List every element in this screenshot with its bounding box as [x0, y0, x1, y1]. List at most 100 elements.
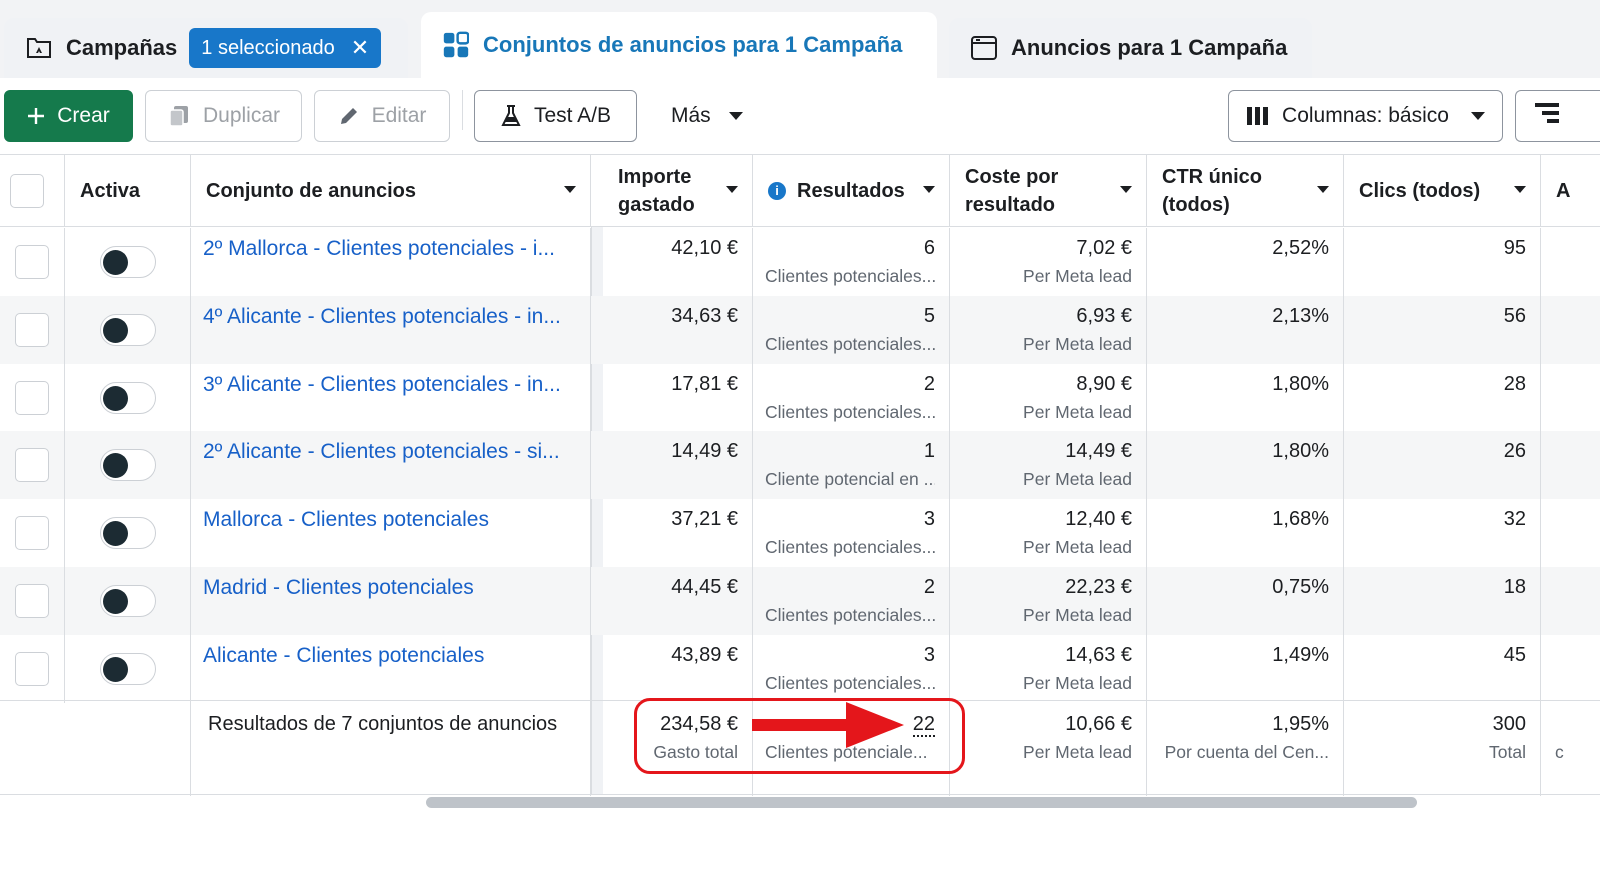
cost-value: 7,02 € [1076, 237, 1132, 259]
ctr-cell: 2,52% [1147, 228, 1344, 296]
tab-ads[interactable]: Anuncios para 1 Campaña [949, 18, 1312, 78]
columns-button[interactable]: Columnas: básico [1228, 90, 1503, 142]
spend-value: 14,49 € [671, 440, 738, 463]
row-checkbox[interactable] [15, 380, 49, 415]
results-value: 1 [923, 440, 935, 463]
breakdown-button[interactable] [1515, 90, 1600, 142]
active-toggle[interactable] [99, 313, 156, 346]
select-all-checkbox[interactable] [10, 174, 44, 208]
row-checkbox[interactable] [15, 448, 49, 483]
sort-caret-icon [1120, 186, 1132, 193]
spend-cell: 34,63 € [603, 295, 753, 364]
header-cost[interactable]: Coste por resultado [950, 155, 1147, 227]
adset-name-link[interactable]: Mallorca - Clientes potenciales [191, 499, 591, 567]
next-column-cell [1541, 431, 1600, 499]
cost-value: 14,49 € [1065, 440, 1132, 463]
results-cell: 1 Cliente potencial en ... [753, 431, 950, 500]
duplicate-button[interactable]: Duplicar [145, 90, 302, 142]
sort-caret-icon [1317, 186, 1329, 193]
folder-icon [26, 35, 52, 61]
ctr-value: 0,75% [1272, 575, 1329, 598]
active-toggle[interactable] [99, 381, 156, 414]
cost-sub: Per Meta lead [1023, 469, 1132, 490]
tab-adsets-label: Conjuntos de anuncios para 1 Campaña [483, 32, 903, 57]
row-checkbox[interactable] [15, 583, 49, 618]
selection-badge[interactable]: 1 seleccionado ✕ [189, 28, 382, 68]
ctr-cell: 1,49% [1147, 634, 1344, 703]
active-toggle[interactable] [99, 652, 156, 685]
edit-button[interactable]: Editar [314, 90, 450, 142]
totals-next-value [1555, 713, 1561, 735]
table-row[interactable]: 2º Alicante - Clientes potenciales - si.… [0, 431, 1600, 500]
adset-name-link[interactable]: 4º Alicante - Clientes potenciales - in.… [191, 295, 591, 364]
row-toggle-cell [65, 566, 191, 635]
cost-value: 14,63 € [1065, 643, 1132, 666]
cost-cell: 14,49 € Per Meta lead [950, 431, 1147, 500]
table-row[interactable]: 4º Alicante - Clientes potenciales - in.… [0, 295, 1600, 364]
header-name[interactable]: Conjunto de anuncios [191, 155, 591, 227]
duplicate-icon [167, 104, 191, 128]
header-results[interactable]: i Resultados [753, 155, 950, 227]
tab-campaigns[interactable]: Campañas 1 seleccionado ✕ [4, 18, 408, 78]
row-checkbox-cell [0, 363, 65, 432]
ctr-cell: 2,13% [1147, 295, 1344, 364]
row-checkbox-cell [0, 431, 65, 500]
cost-sub: Per Meta lead [1023, 333, 1132, 354]
tab-ads-label: Anuncios para 1 Campaña [1011, 35, 1288, 60]
flask-icon [500, 104, 522, 128]
header-spend[interactable]: Importe gastado [603, 155, 753, 227]
results-cell: 2 Clientes potenciales... [753, 566, 950, 635]
close-icon[interactable]: ✕ [351, 35, 369, 61]
clicks-cell: 32 [1344, 499, 1541, 567]
totals-cost-sub: Per Meta lead [1023, 742, 1132, 762]
table-row[interactable]: Mallorca - Clientes potenciales 37,21 € 3 C… [0, 499, 1600, 567]
adset-name-link[interactable]: Madrid - Clientes potenciales [191, 566, 591, 635]
row-checkbox[interactable] [15, 245, 49, 279]
row-checkbox[interactable] [15, 312, 49, 347]
active-toggle[interactable] [99, 584, 156, 617]
table-row[interactable]: 3º Alicante - Clientes potenciales - in.… [0, 363, 1600, 432]
header-cost-label: Coste por resultado [965, 166, 1059, 216]
header-active-label: Activa [80, 180, 141, 202]
adset-name-link[interactable]: 2º Alicante - Clientes potenciales - si.… [191, 431, 591, 500]
header-spend-label: Importe gastado [618, 166, 695, 216]
header-ctr[interactable]: CTR único (todos) [1147, 155, 1344, 227]
create-button[interactable]: Crear [4, 90, 133, 142]
header-active[interactable]: Activa [65, 155, 191, 227]
results-sub: Clientes potenciales... [765, 266, 935, 286]
header-clicks[interactable]: Clics (todos) [1344, 155, 1541, 227]
active-toggle[interactable] [99, 449, 156, 482]
sort-caret-icon [564, 186, 576, 193]
clicks-value: 28 [1503, 372, 1526, 395]
row-checkbox[interactable] [15, 516, 49, 550]
sort-caret-icon [1514, 186, 1526, 193]
spend-value: 42,10 € [671, 237, 738, 259]
row-checkbox[interactable] [15, 651, 49, 686]
spend-value: 34,63 € [671, 304, 738, 327]
horizontal-scrollbar[interactable] [426, 797, 1417, 808]
totals-label: Resultados de 7 conjuntos de anuncios [191, 701, 591, 796]
results-value: 3 [923, 643, 935, 666]
header-next[interactable]: A [1541, 155, 1600, 227]
ctr-value: 2,52% [1272, 237, 1329, 259]
more-button[interactable]: Más [671, 90, 743, 142]
pencil-icon [338, 105, 360, 127]
active-toggle[interactable] [99, 517, 156, 549]
adset-name-link[interactable]: Alicante - Clientes potenciales [191, 634, 591, 703]
table-row[interactable]: Madrid - Clientes potenciales 44,45 € 2 Cli… [0, 566, 1600, 635]
toggle-knob [102, 385, 128, 411]
caret-down-icon [728, 112, 743, 120]
table-row[interactable]: 2º Mallorca - Clientes potenciales - i..… [0, 228, 1600, 296]
clicks-cell: 56 [1344, 295, 1541, 364]
tab-adsets[interactable]: Conjuntos de anuncios para 1 Campaña [421, 12, 937, 78]
clicks-cell: 95 [1344, 228, 1541, 296]
adset-name-link[interactable]: 3º Alicante - Clientes potenciales - in.… [191, 363, 591, 432]
clicks-value: 56 [1503, 304, 1526, 327]
toggle-knob [102, 250, 128, 275]
ab-test-button[interactable]: Test A/B [474, 90, 637, 142]
active-toggle[interactable] [99, 246, 156, 278]
adset-name-link[interactable]: 2º Mallorca - Clientes potenciales - i..… [191, 228, 591, 296]
results-cell: 5 Clientes potenciales... [753, 295, 950, 364]
row-checkbox-cell [0, 228, 65, 296]
table-row[interactable]: Alicante - Clientes potenciales 43,89 € 3 C… [0, 634, 1600, 703]
